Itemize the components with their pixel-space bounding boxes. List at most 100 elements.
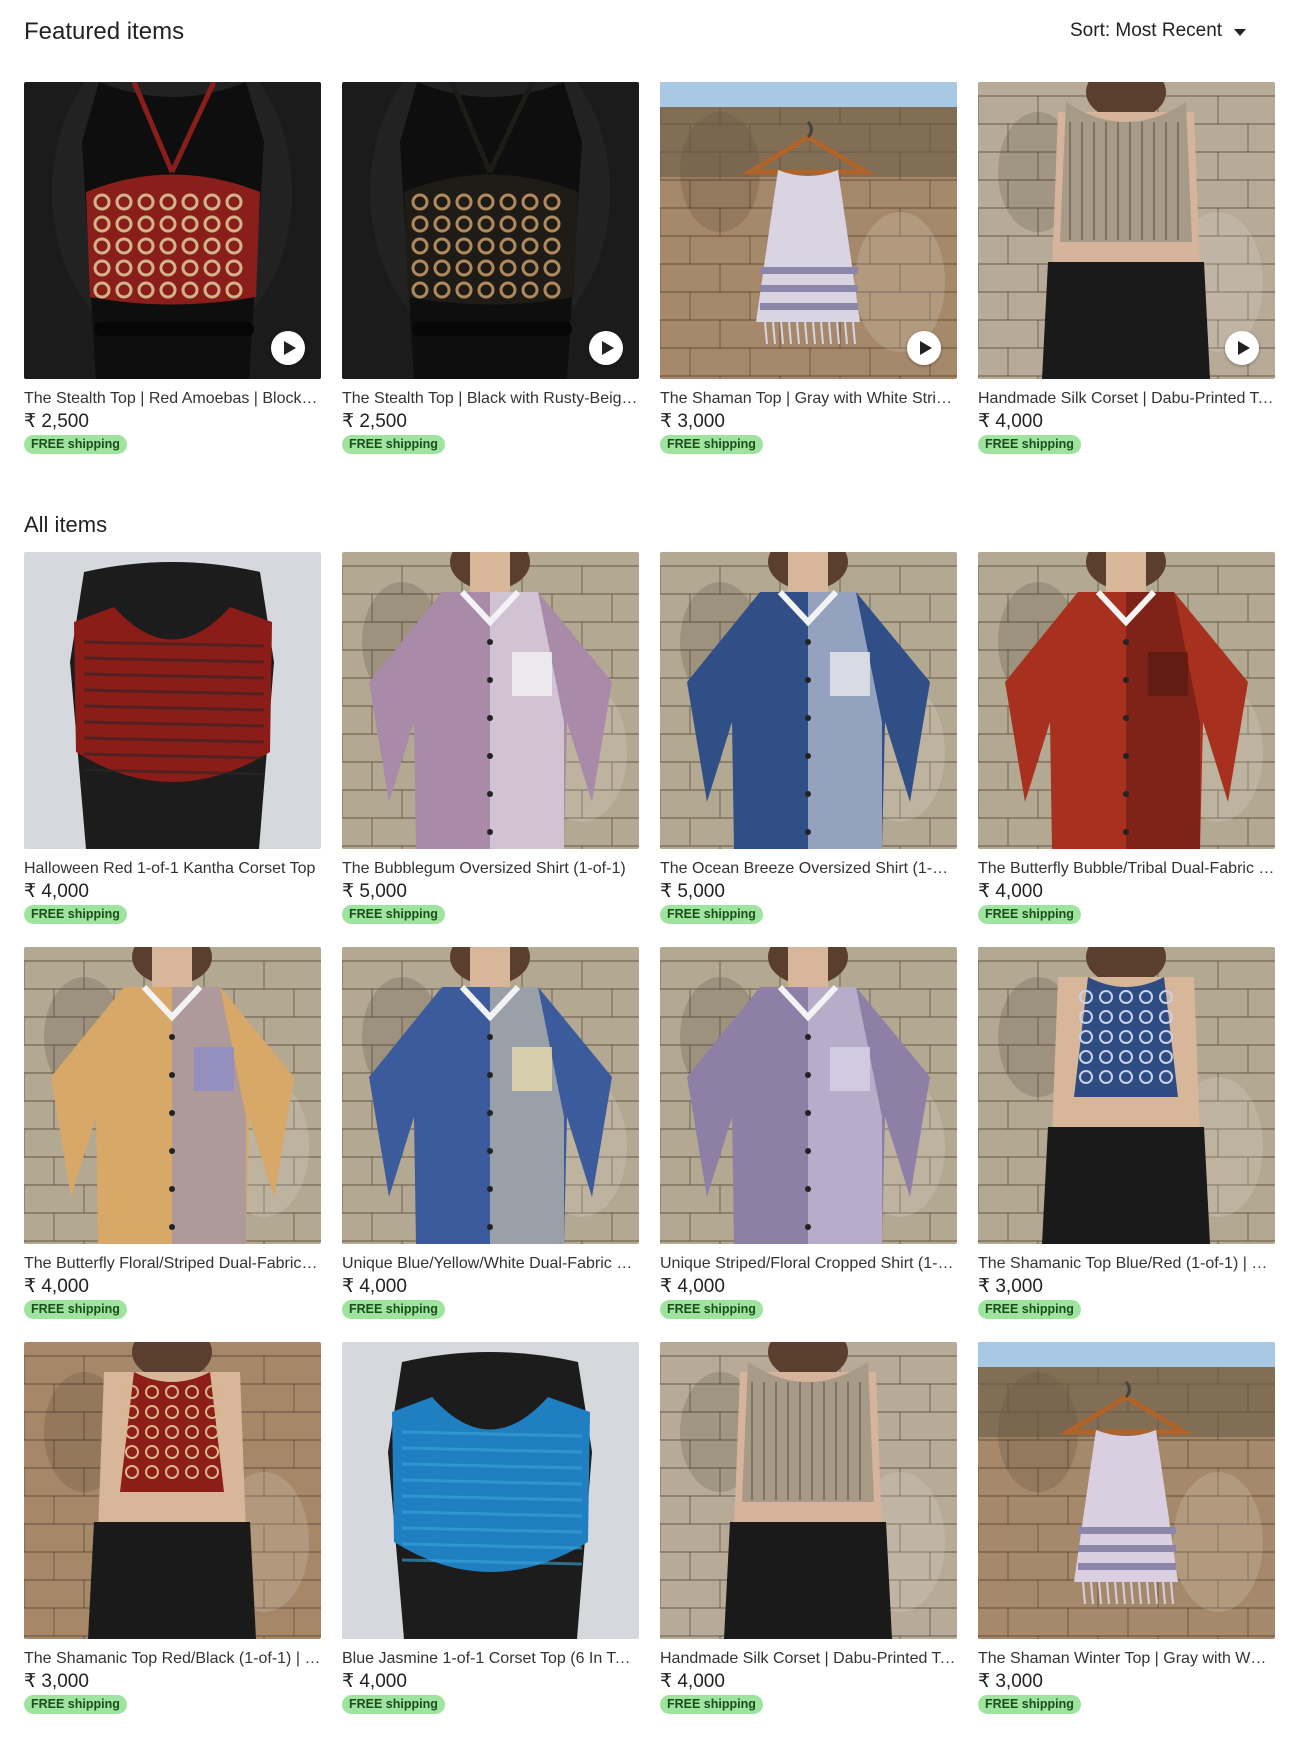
- all-items-heading: All items: [24, 512, 108, 537]
- product-card[interactable]: The Stealth Top | Red Amoebas | Block-Pr…: [24, 82, 321, 454]
- play-video-icon[interactable]: [907, 331, 941, 365]
- product-price: ₹ 4,000: [342, 1276, 407, 1297]
- free-shipping-badge: FREE shipping: [342, 1695, 445, 1714]
- play-video-icon[interactable]: [589, 331, 623, 365]
- product-card[interactable]: The Butterfly Bubble/Tribal Dual-Fabric …: [978, 552, 1275, 924]
- free-shipping-badge: FREE shipping: [24, 435, 127, 454]
- free-shipping-badge: FREE shipping: [342, 905, 445, 924]
- product-card[interactable]: The Shaman Top | Gray with White Stripes…: [660, 82, 957, 454]
- product-thumbnail[interactable]: [660, 1342, 957, 1639]
- product-title[interactable]: The Ocean Breeze Oversized Shirt (1-of-1…: [660, 859, 957, 879]
- product-title[interactable]: The Butterfly Bubble/Tribal Dual-Fabric …: [978, 859, 1275, 879]
- product-title[interactable]: The Bubblegum Oversized Shirt (1-of-1): [342, 859, 639, 879]
- product-thumbnail[interactable]: [24, 82, 321, 379]
- product-price: ₹ 4,000: [24, 1276, 89, 1297]
- product-card[interactable]: The Ocean Breeze Oversized Shirt (1-of-1…: [660, 552, 957, 924]
- product-card[interactable]: The Shamanic Top Red/Black (1-of-1) | Bl…: [24, 1342, 321, 1714]
- product-price: ₹ 2,500: [24, 411, 89, 432]
- product-image: [978, 552, 1275, 849]
- free-shipping-badge: FREE shipping: [342, 1300, 445, 1319]
- product-thumbnail[interactable]: [342, 947, 639, 1244]
- product-thumbnail[interactable]: [978, 82, 1275, 379]
- product-price: ₹ 5,000: [660, 881, 725, 902]
- product-thumbnail[interactable]: [342, 1342, 639, 1639]
- play-video-icon[interactable]: [271, 331, 305, 365]
- sort-dropdown[interactable]: Sort: Most Recent: [1070, 20, 1247, 42]
- product-title[interactable]: The Butterfly Floral/Striped Dual-Fabric…: [24, 1254, 321, 1274]
- product-image: [342, 552, 639, 849]
- product-title[interactable]: Blue Jasmine 1-of-1 Corset Top (6 In Tot…: [342, 1649, 639, 1669]
- product-card[interactable]: Halloween Red 1-of-1 Kantha Corset Top ₹ …: [24, 552, 321, 924]
- product-image: [342, 947, 639, 1244]
- free-shipping-badge: FREE shipping: [660, 1695, 763, 1714]
- product-card[interactable]: Blue Jasmine 1-of-1 Corset Top (6 In Tot…: [342, 1342, 639, 1714]
- product-thumbnail[interactable]: [24, 1342, 321, 1639]
- product-price: ₹ 2,500: [342, 411, 407, 432]
- featured-items-grid: The Stealth Top | Red Amoebas | Block-Pr…: [24, 82, 1275, 454]
- product-price: ₹ 3,000: [978, 1671, 1043, 1692]
- play-video-icon[interactable]: [1225, 331, 1259, 365]
- free-shipping-badge: FREE shipping: [24, 1695, 127, 1714]
- product-image: [24, 1342, 321, 1639]
- caret-down-icon: [1234, 29, 1247, 36]
- product-image: [660, 552, 957, 849]
- product-card[interactable]: The Shamanic Top Blue/Red (1-of-1) | Dab…: [978, 947, 1275, 1319]
- product-price: ₹ 4,000: [660, 1671, 725, 1692]
- product-price: ₹ 4,000: [978, 881, 1043, 902]
- product-thumbnail[interactable]: [978, 1342, 1275, 1639]
- product-title[interactable]: The Stealth Top | Black with Rusty-Beige…: [342, 389, 639, 409]
- product-price: ₹ 4,000: [660, 1276, 725, 1297]
- product-title[interactable]: Handmade Silk Corset | Dabu-Printed Top: [660, 1649, 957, 1669]
- all-items-grid: Halloween Red 1-of-1 Kantha Corset Top ₹ …: [24, 552, 1275, 1714]
- free-shipping-badge: FREE shipping: [660, 1300, 763, 1319]
- product-image: [24, 552, 321, 849]
- product-image: [342, 1342, 639, 1639]
- product-thumbnail[interactable]: [24, 552, 321, 849]
- free-shipping-badge: FREE shipping: [24, 905, 127, 924]
- product-price: ₹ 3,000: [978, 1276, 1043, 1297]
- free-shipping-badge: FREE shipping: [978, 905, 1081, 924]
- featured-items-heading: Featured items: [24, 18, 185, 45]
- product-price: ₹ 5,000: [342, 881, 407, 902]
- product-thumbnail[interactable]: [978, 947, 1275, 1244]
- product-price: ₹ 4,000: [24, 881, 89, 902]
- product-card[interactable]: Handmade Silk Corset | Dabu-Printed Top ₹…: [660, 1342, 957, 1714]
- product-image: [24, 947, 321, 1244]
- product-thumbnail[interactable]: [660, 82, 957, 379]
- product-title[interactable]: Handmade Silk Corset | Dabu-Printed Top: [978, 389, 1275, 409]
- product-card[interactable]: The Shaman Winter Top | Gray with White …: [978, 1342, 1275, 1714]
- product-thumbnail[interactable]: [660, 552, 957, 849]
- product-price: ₹ 4,000: [978, 411, 1043, 432]
- product-title[interactable]: The Shamanic Top Red/Black (1-of-1) | Bl…: [24, 1649, 321, 1669]
- product-thumbnail[interactable]: [660, 947, 957, 1244]
- sort-label: Sort: Most Recent: [1070, 20, 1223, 41]
- free-shipping-badge: FREE shipping: [24, 1300, 127, 1319]
- free-shipping-badge: FREE shipping: [342, 435, 445, 454]
- product-card[interactable]: Unique Striped/Floral Cropped Shirt (1-o…: [660, 947, 957, 1319]
- free-shipping-badge: FREE shipping: [978, 1300, 1081, 1319]
- product-price: ₹ 3,000: [24, 1671, 89, 1692]
- product-image: [660, 947, 957, 1244]
- product-thumbnail[interactable]: [342, 552, 639, 849]
- product-title[interactable]: The Shaman Top | Gray with White Stripes: [660, 389, 957, 409]
- product-card[interactable]: The Bubblegum Oversized Shirt (1-of-1) ₹ …: [342, 552, 639, 924]
- product-image: [978, 1342, 1275, 1639]
- product-title[interactable]: Unique Blue/Yellow/White Dual-Fabric Shi…: [342, 1254, 639, 1274]
- product-image: [978, 947, 1275, 1244]
- product-card[interactable]: The Butterfly Floral/Striped Dual-Fabric…: [24, 947, 321, 1319]
- product-thumbnail[interactable]: [342, 82, 639, 379]
- product-price: ₹ 3,000: [660, 411, 725, 432]
- product-title[interactable]: Unique Striped/Floral Cropped Shirt (1-o…: [660, 1254, 957, 1274]
- product-price: ₹ 4,000: [342, 1671, 407, 1692]
- product-title[interactable]: The Shamanic Top Blue/Red (1-of-1) | Dab…: [978, 1254, 1275, 1274]
- product-thumbnail[interactable]: [978, 552, 1275, 849]
- product-card[interactable]: Unique Blue/Yellow/White Dual-Fabric Shi…: [342, 947, 639, 1319]
- product-card[interactable]: The Stealth Top | Black with Rusty-Beige…: [342, 82, 639, 454]
- product-thumbnail[interactable]: [24, 947, 321, 1244]
- free-shipping-badge: FREE shipping: [660, 905, 763, 924]
- product-image: [660, 1342, 957, 1639]
- product-title[interactable]: Halloween Red 1-of-1 Kantha Corset Top: [24, 859, 321, 879]
- product-card[interactable]: Handmade Silk Corset | Dabu-Printed Top ₹…: [978, 82, 1275, 454]
- product-title[interactable]: The Stealth Top | Red Amoebas | Block-Pr…: [24, 389, 321, 409]
- product-title[interactable]: The Shaman Winter Top | Gray with White …: [978, 1649, 1275, 1669]
